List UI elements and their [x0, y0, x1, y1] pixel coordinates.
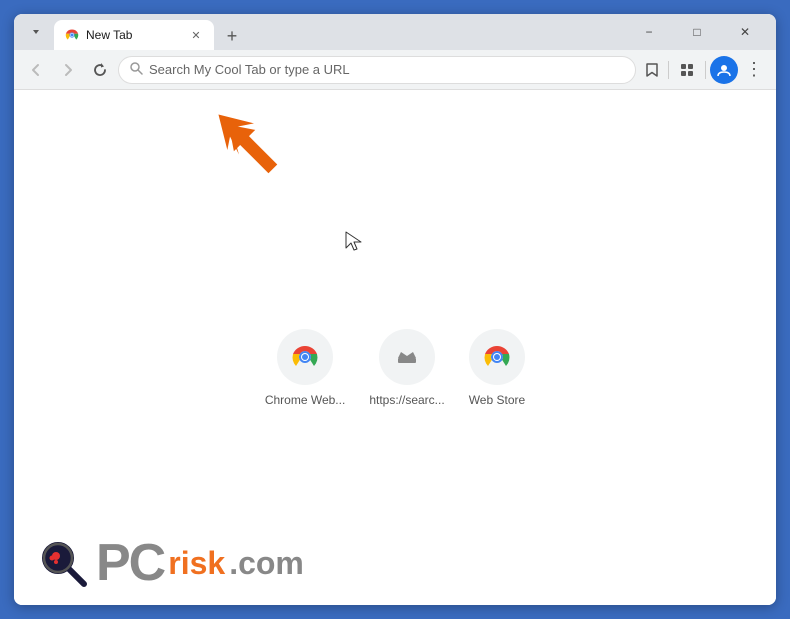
magnifier-icon: [38, 538, 88, 588]
shortcuts-grid: Chrome Web... https://searc...: [265, 329, 525, 407]
divider-2: [705, 61, 706, 79]
back-button[interactable]: [22, 56, 50, 84]
address-text: Search My Cool Tab or type a URL: [149, 62, 625, 77]
browser-window: New Tab ✕ + − □ ✕ Search My Cool Tab or …: [14, 14, 776, 605]
extensions-button[interactable]: [673, 56, 701, 84]
new-tab-content: Chrome Web... https://searc...: [14, 90, 776, 605]
shortcut-label-1: Chrome Web...: [265, 393, 345, 407]
maximize-button[interactable]: □: [674, 17, 720, 47]
tab-area: New Tab ✕ +: [54, 14, 618, 50]
window-controls: − □ ✕: [626, 17, 768, 47]
close-button[interactable]: ✕: [722, 17, 768, 47]
watermark-logo: PC risk .com: [96, 537, 304, 589]
cursor-indicator: [344, 230, 364, 259]
tab-favicon: [64, 27, 80, 43]
shortcut-label-2: https://searc...: [369, 393, 444, 407]
minimize-button[interactable]: −: [626, 17, 672, 47]
new-tab-button[interactable]: +: [218, 22, 246, 50]
divider: [668, 61, 669, 79]
title-bar: New Tab ✕ + − □ ✕: [14, 14, 776, 50]
tab-title: New Tab: [86, 28, 182, 42]
navigation-bar: Search My Cool Tab or type a URL ⋮: [14, 50, 776, 90]
shortcut-icon-circle-3: [469, 329, 525, 385]
shortcut-label-3: Web Store: [469, 393, 525, 407]
shortcut-chrome-web[interactable]: Chrome Web...: [265, 329, 345, 407]
active-tab[interactable]: New Tab ✕: [54, 20, 214, 50]
pc-text: PC: [96, 537, 164, 589]
shortcut-search[interactable]: https://searc...: [369, 329, 444, 407]
arrow-indicator: [214, 110, 294, 195]
tab-dropdown-btn[interactable]: [22, 18, 50, 46]
nav-right-controls: ⋮: [640, 56, 768, 84]
bookmark-button[interactable]: [640, 58, 664, 82]
shortcut-icon-circle-2: [379, 329, 435, 385]
search-icon: [129, 61, 143, 78]
address-bar[interactable]: Search My Cool Tab or type a URL: [118, 56, 636, 84]
forward-button[interactable]: [54, 56, 82, 84]
tab-close-btn[interactable]: ✕: [188, 27, 204, 43]
menu-button[interactable]: ⋮: [740, 56, 768, 84]
watermark: PC risk .com: [38, 537, 304, 589]
risk-text: risk: [168, 547, 225, 579]
shortcut-web-store[interactable]: Web Store: [469, 329, 525, 407]
refresh-button[interactable]: [86, 56, 114, 84]
dot-com-text: .com: [229, 547, 304, 579]
shortcut-icon-circle-1: [277, 329, 333, 385]
profile-button[interactable]: [710, 56, 738, 84]
